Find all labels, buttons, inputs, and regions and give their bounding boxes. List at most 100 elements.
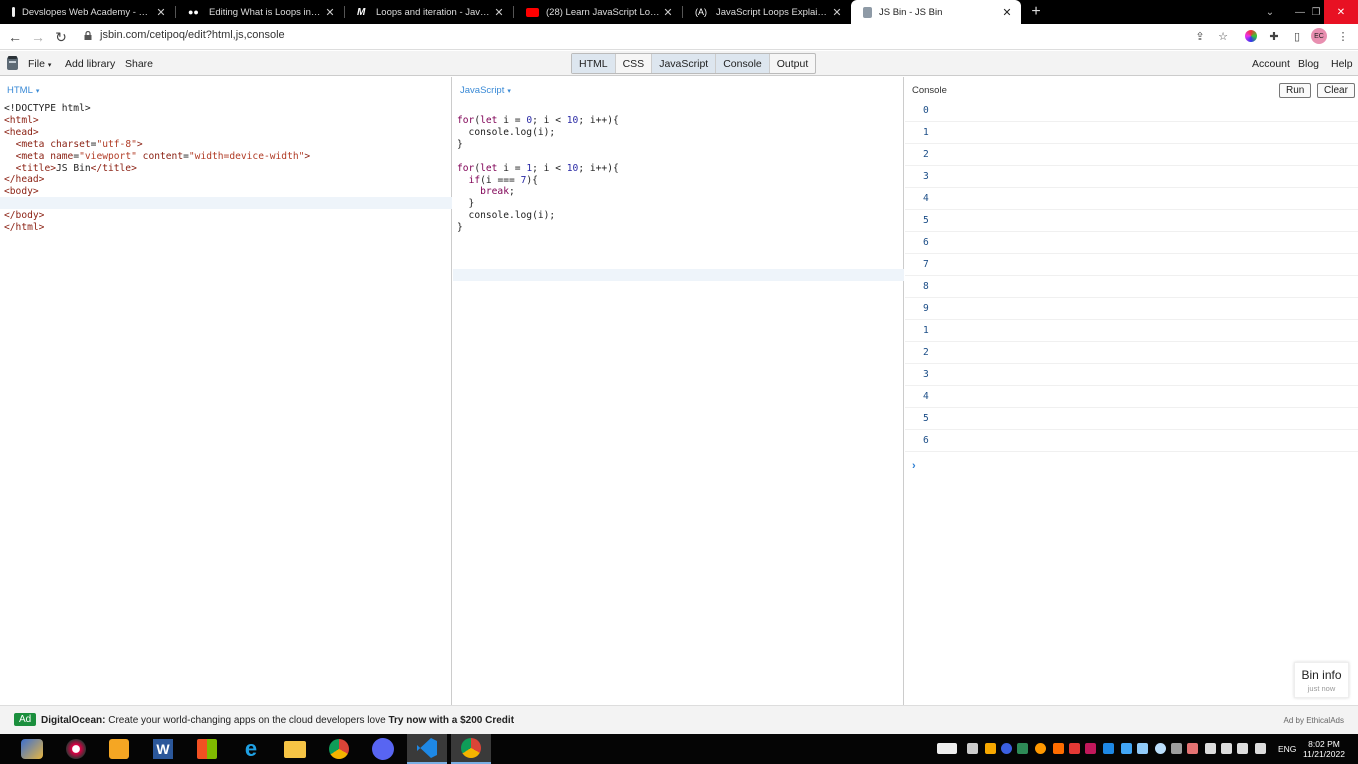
javascript-panel-selector[interactable]: JavaScript ▾ (460, 85, 511, 96)
toggle-output-panel[interactable]: Output (770, 54, 816, 73)
devslopes-favicon-icon (12, 7, 15, 17)
add-library-menu[interactable]: Add library (65, 58, 115, 70)
side-panel-icon[interactable]: ▯ (1290, 29, 1304, 43)
tray-app11-icon[interactable] (1137, 743, 1148, 754)
html-panel-selector[interactable]: HTML ▾ (7, 85, 39, 96)
url-field[interactable]: jsbin.com/cetipoq/edit?html,js,console (100, 29, 285, 41)
tray-app4-icon[interactable] (1017, 743, 1028, 754)
browser-tab-jsbin[interactable]: JS Bin - JS Bin ✕ (851, 0, 1021, 24)
browser-tab-strip: Devslopes Web Academy - Devslopes ✕ ●● E… (0, 0, 1358, 24)
tray-app10-icon[interactable] (1121, 743, 1132, 754)
forward-button[interactable]: → (29, 28, 47, 46)
extensions-puzzle-icon[interactable]: ✚ (1267, 29, 1281, 43)
taskbar-app-word-icon[interactable]: W (143, 734, 183, 764)
tab-title: JS Bin - JS Bin (879, 6, 943, 18)
tray-app2-icon[interactable] (985, 743, 996, 754)
toggle-javascript-panel[interactable]: JavaScript (652, 54, 717, 73)
tray-app14-icon[interactable] (1187, 743, 1198, 754)
tray-time: 8:02 PM (1308, 739, 1340, 749)
taskbar-app-office-icon[interactable] (99, 734, 139, 764)
bin-info-title: Bin info (1301, 668, 1342, 682)
account-link[interactable]: Account (1252, 58, 1290, 70)
lock-icon[interactable] (84, 31, 92, 40)
windows-taskbar: W e ENG 8:02 PM 11/21/2022 (0, 734, 1358, 764)
tray-app8-icon[interactable] (1085, 743, 1096, 754)
toggle-console-panel[interactable]: Console (716, 54, 770, 73)
taskbar-app-chrome-active-icon[interactable] (451, 734, 491, 764)
tray-volume-icon[interactable] (1221, 743, 1232, 754)
jsbin-logo-icon[interactable] (6, 55, 19, 71)
run-button[interactable]: Run (1279, 83, 1312, 98)
bin-info-subtitle: just now (1307, 684, 1336, 693)
taskbar-app-explorer-icon[interactable] (275, 734, 315, 764)
taskbar-app-discord-icon[interactable] (363, 734, 403, 764)
bin-info-button[interactable]: Bin info just now (1294, 662, 1349, 698)
tab-title: Devslopes Web Academy - Devslopes (22, 6, 153, 18)
ad-link[interactable]: DigitalOcean: Create your world-changing… (41, 715, 514, 726)
profile-avatar[interactable]: EC (1311, 28, 1327, 44)
close-tab-icon[interactable]: ✕ (829, 6, 845, 19)
bookmark-star-icon[interactable]: ☆ (1216, 29, 1230, 43)
ad-sponsor: DigitalOcean: (41, 715, 106, 726)
tray-app7-icon[interactable] (1069, 743, 1080, 754)
tray-app6-icon[interactable] (1053, 743, 1064, 754)
panel-toggle-group: HTML CSS JavaScript Console Output (571, 53, 817, 74)
toggle-html-panel[interactable]: HTML (572, 54, 616, 73)
browser-tab-devslopes[interactable]: Devslopes Web Academy - Devslopes ✕ (0, 0, 175, 24)
taskbar-app-chrome-icon[interactable] (319, 734, 359, 764)
ad-message: Create your world-changing apps on the c… (108, 715, 386, 726)
tab-search-icon[interactable]: ⌄ (1254, 0, 1286, 24)
ad-bar: Ad DigitalOcean: Create your world-chang… (0, 705, 1358, 734)
html-panel-label: HTML (7, 85, 33, 96)
clear-button[interactable]: Clear (1317, 83, 1355, 98)
close-tab-icon[interactable]: ✕ (491, 6, 507, 19)
tray-app13-icon[interactable] (1171, 743, 1182, 754)
close-tab-icon[interactable]: ✕ (153, 6, 169, 19)
tray-app5-icon[interactable] (1035, 743, 1046, 754)
window-close-button[interactable]: ✕ (1324, 0, 1358, 24)
help-link[interactable]: Help (1331, 58, 1353, 70)
javascript-code-editor[interactable]: for(let i = 0; i < 10; i++){ console.log… (457, 115, 619, 234)
browser-menu-icon[interactable]: ⋮ (1336, 29, 1350, 43)
ad-attribution-link[interactable]: Ad by EthicalAds (1284, 716, 1344, 725)
taskbar-app-paint-icon[interactable] (12, 734, 52, 764)
new-tab-button[interactable]: + (1027, 0, 1045, 24)
browser-tab-youtube[interactable]: (28) Learn JavaScript Loops in 10 Minute… (514, 0, 682, 24)
browser-tab-medium-editor[interactable]: ●● Editing What is Loops in JavaScript ✕ (176, 0, 344, 24)
tab-title: (28) Learn JavaScript Loops in 10 Minute… (546, 6, 660, 18)
close-tab-icon[interactable]: ✕ (660, 6, 676, 19)
console-prompt-chevron-icon[interactable]: › (912, 460, 916, 472)
close-tab-icon[interactable]: ✕ (322, 6, 338, 19)
close-tab-icon[interactable]: ✕ (999, 6, 1015, 19)
tab-title: Editing What is Loops in JavaScript (209, 6, 322, 18)
taskbar-app-store-icon[interactable] (187, 734, 227, 764)
browser-tab-mdn[interactable]: M Loops and iteration - JavaScript | MDN… (345, 0, 513, 24)
blog-link[interactable]: Blog (1298, 58, 1319, 70)
tray-app12-icon[interactable] (1155, 743, 1166, 754)
console-log-entry: 4 (905, 386, 1358, 408)
tray-app9-icon[interactable] (1103, 743, 1114, 754)
share-page-icon[interactable]: ⇪ (1193, 29, 1207, 43)
tray-app3-icon[interactable] (1001, 743, 1012, 754)
html-code-editor[interactable]: <!DOCTYPE html> <html> <head> <meta char… (4, 103, 310, 234)
browser-tab-freecodecamp[interactable]: (A) JavaScript Loops Explained: For Loop… (683, 0, 851, 24)
file-menu[interactable]: File ▾ (28, 58, 51, 70)
toggle-css-panel[interactable]: CSS (616, 54, 653, 73)
console-log-entry: 8 (905, 276, 1358, 298)
console-log-entry: 7 (905, 254, 1358, 276)
taskbar-app-snip-icon[interactable] (56, 734, 96, 764)
tray-language[interactable]: ENG (1278, 744, 1296, 754)
taskbar-app-vscode-icon[interactable] (407, 734, 447, 764)
tray-battery-icon[interactable] (1237, 743, 1248, 754)
share-menu[interactable]: Share (125, 58, 153, 70)
tray-clock[interactable]: 8:02 PM 11/21/2022 (1302, 739, 1346, 759)
back-button[interactable]: ← (6, 28, 24, 46)
tray-keyboard-icon[interactable] (937, 743, 957, 754)
tray-app1-icon[interactable] (967, 743, 978, 754)
tray-notification-icon[interactable] (1255, 743, 1266, 754)
reload-button[interactable]: ↻ (52, 28, 70, 46)
taskbar-app-ie-icon[interactable]: e (231, 734, 271, 764)
tray-wifi-icon[interactable] (1205, 743, 1216, 754)
console-log-entry: 5 (905, 210, 1358, 232)
extension-colorpicker-icon[interactable] (1244, 29, 1258, 43)
